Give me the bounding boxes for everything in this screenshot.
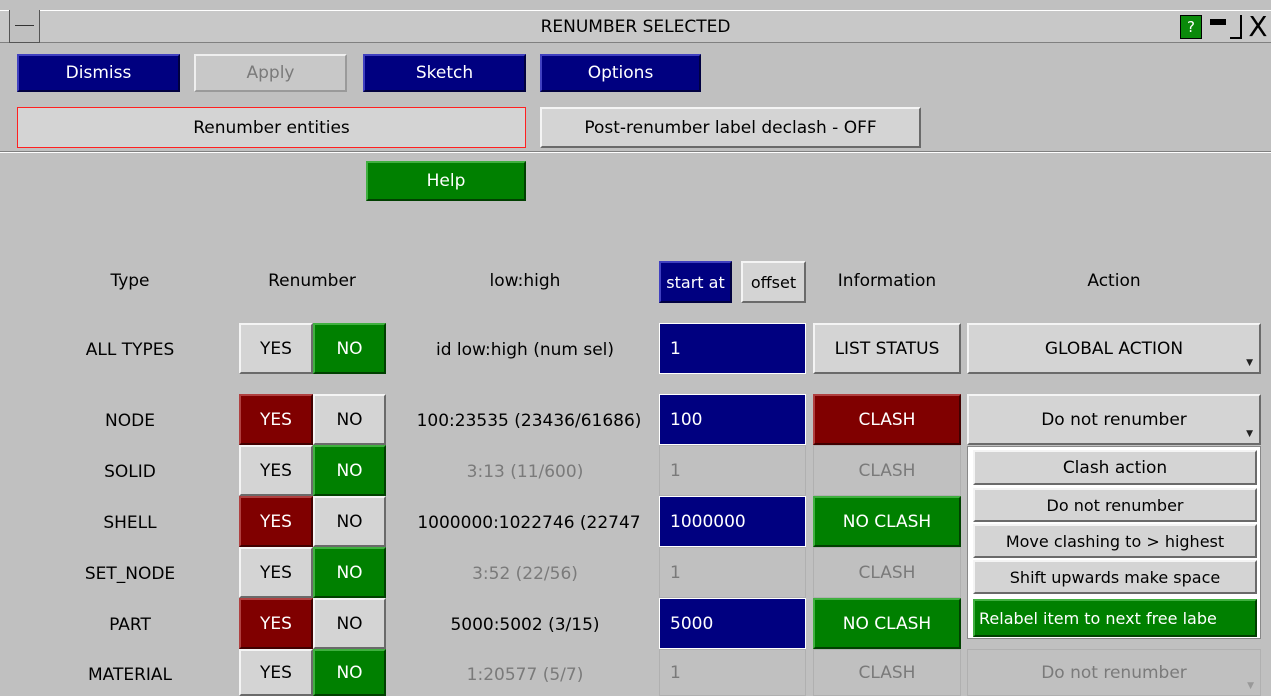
list-status-button[interactable]: LIST STATUS bbox=[813, 323, 961, 374]
menu-item-relabel-next-free[interactable]: Relabel item to next free labe bbox=[973, 599, 1257, 637]
row-type-label: NODE bbox=[105, 411, 155, 431]
menu-item-move-clashing[interactable]: Move clashing to > highest bbox=[973, 524, 1257, 558]
separator bbox=[0, 151, 1271, 153]
close-icon[interactable]: X bbox=[1245, 12, 1271, 42]
shell-start-input[interactable]: 1000000 bbox=[659, 496, 806, 547]
shell-range-label: 1000000:1022746 (22747 bbox=[417, 513, 641, 533]
offset-toggle[interactable]: offset bbox=[741, 261, 806, 303]
row-type-label: PART bbox=[109, 615, 151, 635]
header-information: Information bbox=[837, 271, 937, 291]
part-yes-button[interactable]: YES bbox=[239, 598, 313, 649]
apply-button[interactable]: Apply bbox=[194, 54, 347, 92]
solid-clash-status: CLASH bbox=[813, 445, 961, 496]
row-type-label: SET_NODE bbox=[84, 564, 176, 584]
shell-no-button[interactable]: NO bbox=[313, 496, 386, 547]
row-type-label: MATERIAL bbox=[87, 664, 173, 685]
solid-start-input[interactable]: 1 bbox=[659, 445, 806, 496]
set-node-start-input[interactable]: 1 bbox=[659, 547, 806, 598]
clash-action-menu-title: Clash action bbox=[973, 450, 1257, 485]
set-node-clash-status: CLASH bbox=[813, 547, 961, 598]
material-yes-button[interactable]: YES bbox=[239, 649, 313, 696]
help-button[interactable]: Help bbox=[366, 161, 526, 201]
header-renumber: Renumber bbox=[268, 271, 356, 291]
options-button[interactable]: Options bbox=[540, 54, 701, 92]
set-node-range-label: 3:52 (22/56) bbox=[472, 564, 578, 584]
material-clash-status: CLASH bbox=[813, 649, 961, 696]
node-no-button[interactable]: NO bbox=[313, 394, 386, 445]
menu-item-do-not-renumber[interactable]: Do not renumber bbox=[973, 488, 1257, 522]
start-at-toggle[interactable]: start at bbox=[659, 261, 732, 303]
shell-yes-button[interactable]: YES bbox=[239, 496, 313, 547]
global-action-label: GLOBAL ACTION bbox=[1044, 338, 1184, 359]
all-types-start-input[interactable]: 1 bbox=[659, 323, 806, 374]
set-node-yes-button[interactable]: YES bbox=[239, 547, 313, 598]
row-type-label: SOLID bbox=[104, 462, 156, 482]
dropdown-arrow-icon: ▼ bbox=[1246, 429, 1253, 439]
dismiss-button[interactable]: Dismiss bbox=[17, 54, 180, 92]
all-types-yes-button[interactable]: YES bbox=[239, 323, 313, 374]
header-type: Type bbox=[110, 271, 150, 291]
node-action-label: Do not renumber bbox=[1041, 409, 1187, 430]
material-no-button[interactable]: NO bbox=[313, 649, 386, 696]
sketch-button[interactable]: Sketch bbox=[363, 54, 526, 92]
dropdown-arrow-icon: ▼ bbox=[1246, 358, 1253, 368]
node-action-dropdown[interactable]: Do not renumber ▼ bbox=[967, 394, 1261, 445]
minimize-icon[interactable] bbox=[1208, 15, 1228, 39]
node-range-label: 100:23535 (23436/61686) bbox=[416, 411, 642, 431]
renumber-entities-button[interactable]: Renumber entities bbox=[17, 107, 526, 148]
material-action-dropdown[interactable]: Do not renumber ▼ bbox=[967, 649, 1261, 696]
global-action-dropdown[interactable]: GLOBAL ACTION ▼ bbox=[967, 323, 1261, 374]
material-start-input[interactable]: 1 bbox=[659, 649, 806, 696]
header-low-high: low:high bbox=[489, 271, 561, 291]
node-clash-status[interactable]: CLASH bbox=[813, 394, 961, 445]
part-range-label: 5000:5002 (3/15) bbox=[450, 615, 600, 635]
dropdown-arrow-icon: ▼ bbox=[1247, 681, 1254, 691]
node-start-input[interactable]: 100 bbox=[659, 394, 806, 445]
shell-clash-status[interactable]: NO CLASH bbox=[813, 496, 961, 547]
all-types-no-button[interactable]: NO bbox=[313, 323, 386, 374]
part-start-input[interactable]: 5000 bbox=[659, 598, 806, 649]
part-no-button[interactable]: NO bbox=[313, 598, 386, 649]
part-clash-status[interactable]: NO CLASH bbox=[813, 598, 961, 649]
menu-item-shift-upwards[interactable]: Shift upwards make space bbox=[973, 560, 1257, 594]
material-action-label: Do not renumber bbox=[1041, 662, 1187, 683]
solid-no-button[interactable]: NO bbox=[313, 445, 386, 496]
all-types-range-label: id low:high (num sel) bbox=[435, 340, 615, 360]
material-range-label: 1:20577 (5/7) bbox=[466, 664, 584, 685]
help-icon[interactable]: ? bbox=[1180, 15, 1202, 39]
maximize-icon[interactable] bbox=[1230, 15, 1242, 39]
row-type-label: SHELL bbox=[103, 513, 157, 533]
all-types-label: ALL TYPES bbox=[85, 340, 175, 360]
node-yes-button[interactable]: YES bbox=[239, 394, 313, 445]
window-title: RENUMBER SELECTED bbox=[540, 16, 731, 37]
set-node-no-button[interactable]: NO bbox=[313, 547, 386, 598]
solid-range-label: 3:13 (11/600) bbox=[466, 462, 584, 482]
declash-toggle-button[interactable]: Post-renumber label declash - OFF bbox=[540, 107, 921, 148]
header-action: Action bbox=[1087, 271, 1141, 291]
solid-yes-button[interactable]: YES bbox=[239, 445, 313, 496]
